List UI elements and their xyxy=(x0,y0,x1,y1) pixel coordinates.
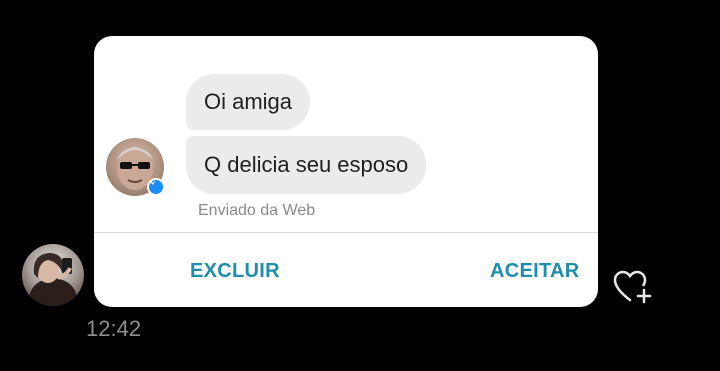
message-bubble: Q delicia seu esposo xyxy=(186,136,427,194)
accept-button[interactable]: ACEITAR xyxy=(490,260,580,283)
delete-button[interactable]: EXCLUIR xyxy=(190,260,280,283)
heart-plus-icon[interactable] xyxy=(612,268,654,306)
chat-screen: Oi amiga Q delicia seu esposo Enviado da… xyxy=(0,0,720,371)
divider xyxy=(94,232,598,233)
message-bubble: Oi amiga xyxy=(186,74,311,130)
messenger-icon xyxy=(147,178,165,196)
user-avatar[interactable] xyxy=(22,244,84,306)
message-timestamp: 12:42 xyxy=(86,316,142,341)
shared-message-card[interactable]: Oi amiga Q delicia seu esposo Enviado da… xyxy=(94,36,598,307)
sender-avatar xyxy=(106,138,165,196)
user-photo-icon xyxy=(28,253,78,306)
sent-via-label: Enviado da Web xyxy=(198,202,316,219)
